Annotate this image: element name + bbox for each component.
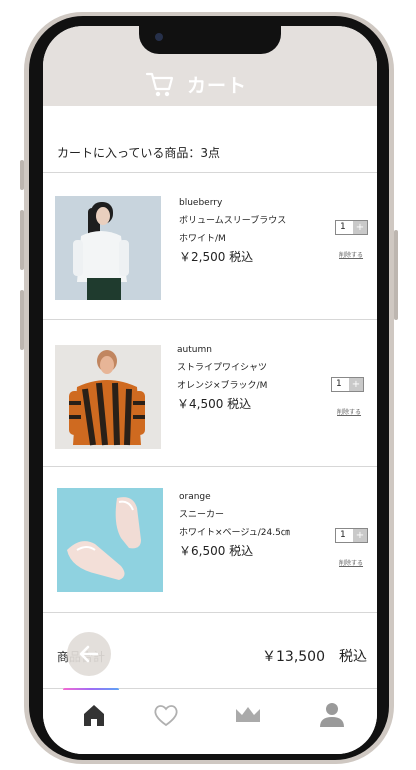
item-brand: blueberry bbox=[179, 198, 223, 208]
quantity-value: 1 bbox=[340, 222, 346, 232]
phone-notch bbox=[139, 26, 281, 54]
remove-item-link[interactable]: 削除する bbox=[337, 407, 361, 416]
quantity-value: 1 bbox=[336, 379, 342, 389]
product-image[interactable] bbox=[55, 345, 161, 449]
total-value: ￥13,500 税込 bbox=[262, 649, 367, 665]
app-screen: カート カートに入っている商品：3点 blueberry ボリュームスリーブラウ… bbox=[43, 26, 377, 754]
home-icon[interactable] bbox=[79, 700, 109, 730]
heart-icon[interactable] bbox=[151, 700, 181, 730]
phone-side-button bbox=[394, 230, 398, 320]
bottom-nav bbox=[43, 690, 377, 754]
item-name: ボリュームスリーブラウス bbox=[179, 216, 287, 226]
item-brand: autumn bbox=[177, 345, 212, 355]
phone-side-button bbox=[20, 290, 24, 350]
page-title: カート bbox=[187, 75, 248, 97]
cart-count-label: カートに入っている商品：3点 bbox=[57, 146, 221, 160]
item-brand: orange bbox=[179, 492, 211, 502]
quantity-stepper[interactable]: 1 + bbox=[335, 220, 368, 235]
quantity-stepper[interactable]: 1 + bbox=[331, 377, 364, 392]
item-meta: blueberry ボリュームスリーブラウス ホワイト/M ￥2,500 税込 bbox=[179, 194, 286, 266]
crown-icon[interactable] bbox=[233, 700, 263, 730]
phone-side-button bbox=[20, 210, 24, 270]
cart-item: autumn ストライプワイシャツ オレンジ×ブラック/M ￥4,500 税込 … bbox=[43, 319, 377, 465]
remove-item-link[interactable]: 削除する bbox=[339, 558, 363, 567]
remove-item-link[interactable]: 削除する bbox=[339, 250, 363, 259]
product-image[interactable] bbox=[55, 196, 161, 300]
item-price: ￥6,500 税込 bbox=[179, 544, 254, 558]
item-price: ￥4,500 税込 bbox=[177, 397, 252, 411]
cart-item: blueberry ボリュームスリーブラウス ホワイト/M ￥2,500 税込 … bbox=[43, 172, 377, 318]
phone-side-button bbox=[20, 160, 24, 190]
quantity-plus-button[interactable]: + bbox=[353, 221, 367, 234]
quantity-value: 1 bbox=[340, 530, 346, 540]
cart-item: orange スニーカー ホワイト×ベージュ/24.5㎝ ￥6,500 税込 1… bbox=[43, 466, 377, 612]
quantity-plus-button[interactable]: + bbox=[353, 529, 367, 542]
item-meta: autumn ストライプワイシャツ オレンジ×ブラック/M ￥4,500 税込 bbox=[177, 341, 267, 413]
quantity-plus-button[interactable]: + bbox=[349, 378, 363, 391]
item-name: スニーカー bbox=[179, 510, 225, 520]
arrow-left-icon bbox=[79, 645, 99, 663]
item-name: ストライプワイシャツ bbox=[177, 363, 268, 373]
camera-icon bbox=[155, 33, 163, 41]
item-meta: orange スニーカー ホワイト×ベージュ/24.5㎝ ￥6,500 税込 bbox=[179, 488, 290, 560]
divider bbox=[43, 612, 377, 613]
item-price: ￥2,500 税込 bbox=[179, 250, 254, 264]
item-variant: ホワイト×ベージュ/24.5㎝ bbox=[179, 528, 290, 538]
back-button[interactable] bbox=[67, 632, 111, 676]
user-icon[interactable] bbox=[317, 700, 347, 730]
product-image[interactable] bbox=[57, 488, 163, 592]
cart-icon bbox=[145, 72, 174, 97]
quantity-stepper[interactable]: 1 + bbox=[335, 528, 368, 543]
item-variant: オレンジ×ブラック/M bbox=[177, 381, 268, 391]
item-variant: ホワイト/M bbox=[179, 234, 226, 244]
